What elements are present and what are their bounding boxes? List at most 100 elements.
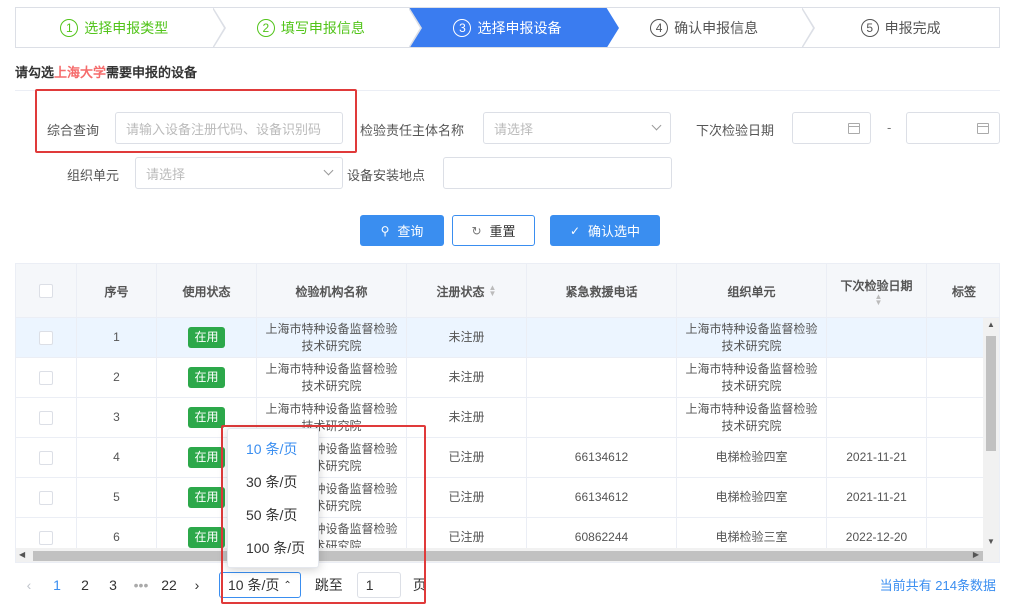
header-cell-sortable[interactable]: 下次检验日期 ▲ ▼: [827, 264, 927, 318]
confirm-selected-button[interactable]: ✓ 确认选中: [550, 215, 660, 246]
scroll-right-icon[interactable]: ▶: [973, 550, 979, 559]
table-row[interactable]: 1 在用 上海市特种设备监督检验技术研究院 未注册 上海市特种设备监督检验技术研究院: [16, 318, 984, 358]
calendar-icon: [848, 123, 860, 134]
pagination: ‹ 1 2 3 ••• 22 › 10 条/页 ⌃ 跳至 1 页: [15, 570, 427, 600]
status-cell: 在用: [157, 318, 257, 357]
table-body: 1 在用 上海市特种设备监督检验技术研究院 未注册 上海市特种设备监督检验技术研究院 2 在…: [16, 318, 984, 558]
scroll-down-icon[interactable]: ▼: [987, 537, 995, 546]
next-date-label: 下次检验日期: [696, 123, 775, 138]
select-cell: [16, 438, 77, 477]
step-number: 3: [453, 18, 472, 37]
owner-label: 检验责任主体名称: [360, 123, 465, 138]
chevron-down-icon: [651, 120, 662, 131]
scroll-left-icon[interactable]: ◀: [19, 550, 25, 559]
page-size-select[interactable]: 10 条/页 ⌃: [219, 572, 301, 598]
search-button[interactable]: ⚲ 查询: [360, 215, 444, 246]
page-size-option[interactable]: 100 条/页: [228, 531, 318, 564]
select-all-checkbox[interactable]: [39, 284, 53, 298]
cell-tag: [927, 358, 984, 397]
cell-tag: [927, 318, 984, 357]
query-input[interactable]: 请输入设备注册代码、设备识别码: [115, 112, 343, 144]
cell-unit: 上海市特种设备监督检验技术研究院: [677, 398, 827, 437]
vertical-scrollbar[interactable]: ▲ ▼: [983, 318, 999, 548]
page-ellipsis[interactable]: •••: [127, 577, 155, 593]
date-separator: -: [887, 120, 892, 135]
cell-no: 5: [77, 478, 157, 517]
step-number: 4: [650, 18, 669, 37]
steps-bar: 1 选择申报类型 2 填写申报信息 3 选择申报设备 4 确认申报信息 5 申报完成: [15, 7, 1000, 48]
page-size-option[interactable]: 10 条/页: [228, 432, 318, 465]
header-cell-sortable[interactable]: 注册状态 ▲ ▼: [407, 264, 527, 318]
table-row[interactable]: 5 在用 上海市特种设备监督检验技术研究院 已注册 66134612 电梯检验四室 2021…: [16, 478, 984, 518]
status-badge: 在用: [188, 327, 225, 348]
step-5[interactable]: 5 申报完成: [802, 8, 999, 47]
sort-icon[interactable]: ▲ ▼: [875, 292, 883, 306]
location-input[interactable]: [443, 157, 672, 189]
jump-label: 跳至: [314, 577, 343, 593]
query-label: 综合查询: [47, 123, 100, 138]
select-cell: [16, 478, 77, 517]
step-label: 选择申报类型: [84, 19, 169, 36]
cell-reg: 已注册: [407, 478, 527, 517]
step-4[interactable]: 4 确认申报信息: [606, 8, 816, 47]
cell-date: [827, 398, 927, 437]
cell-reg: 未注册: [407, 358, 527, 397]
cell-no: 3: [77, 398, 157, 437]
next-page-icon[interactable]: ›: [183, 577, 211, 593]
header-select-all[interactable]: [16, 264, 77, 318]
status-badge: 在用: [188, 447, 225, 468]
step-label: 申报完成: [884, 19, 941, 36]
table-row[interactable]: 4 在用 上海市特种设备监督检验技术研究院 已注册 66134612 电梯检验四室 2021…: [16, 438, 984, 478]
step-2[interactable]: 2 填写申报信息: [213, 8, 423, 47]
cell-no: 2: [77, 358, 157, 397]
status-cell: 在用: [157, 358, 257, 397]
cell-org: 上海市特种设备监督检验技术研究院: [257, 318, 407, 357]
reset-button[interactable]: ↻ 重置: [452, 215, 535, 246]
instruction-text: 请勾选上海大学需要申报的设备: [15, 65, 198, 80]
cell-no: 1: [77, 318, 157, 357]
step-number: 2: [256, 18, 275, 37]
cell-tag: [927, 398, 984, 437]
header-cell: 组织单元: [677, 264, 827, 318]
page-number[interactable]: 22: [155, 577, 183, 593]
page-number[interactable]: 3: [99, 577, 127, 593]
date-end-input[interactable]: [906, 112, 1000, 144]
org-select[interactable]: 请选择: [135, 157, 343, 189]
prev-page-icon[interactable]: ‹: [15, 577, 43, 593]
cell-unit: 上海市特种设备监督检验技术研究院: [677, 318, 827, 357]
chevron-up-icon: ⌃: [283, 579, 292, 591]
row-checkbox[interactable]: [39, 410, 53, 425]
horizontal-scrollbar[interactable]: ◀ ▶: [16, 548, 999, 562]
step-number: 5: [860, 18, 879, 37]
header-cell: 序号: [77, 264, 157, 318]
status-badge: 在用: [188, 367, 225, 388]
cell-date: 2021-11-21: [827, 478, 927, 517]
cell-date: 2021-11-21: [827, 438, 927, 477]
row-checkbox[interactable]: [39, 330, 53, 345]
row-checkbox[interactable]: [39, 370, 53, 385]
owner-select[interactable]: 请选择: [483, 112, 671, 144]
table-row[interactable]: 2 在用 上海市特种设备监督检验技术研究院 未注册 上海市特种设备监督检验技术研究院: [16, 358, 984, 398]
row-checkbox[interactable]: [39, 450, 53, 465]
page-number[interactable]: 1: [43, 577, 71, 593]
sort-icon[interactable]: ▲ ▼: [489, 284, 497, 298]
scroll-up-icon[interactable]: ▲: [987, 320, 995, 329]
row-checkbox[interactable]: [39, 530, 53, 545]
table-row[interactable]: 3 在用 上海市特种设备监督检验技术研究院 未注册 上海市特种设备监督检验技术研究院: [16, 398, 984, 438]
row-checkbox[interactable]: [39, 490, 53, 505]
cell-unit: 电梯检验四室: [677, 438, 827, 477]
cell-phone: 66134612: [527, 438, 677, 477]
step-1[interactable]: 1 选择申报类型: [16, 8, 226, 47]
page-size-option[interactable]: 50 条/页: [228, 498, 318, 531]
search-icon: ⚲: [380, 223, 390, 238]
step-3[interactable]: 3 选择申报设备: [409, 8, 619, 47]
page-number[interactable]: 2: [71, 577, 99, 593]
divider: [15, 90, 1000, 91]
cell-reg: 未注册: [407, 318, 527, 357]
date-start-input[interactable]: [792, 112, 871, 144]
page-size-option[interactable]: 30 条/页: [228, 465, 318, 498]
cell-date: [827, 318, 927, 357]
cell-phone: 66134612: [527, 478, 677, 517]
jump-page-input[interactable]: 1: [356, 572, 401, 598]
cell-reg: 未注册: [407, 398, 527, 437]
